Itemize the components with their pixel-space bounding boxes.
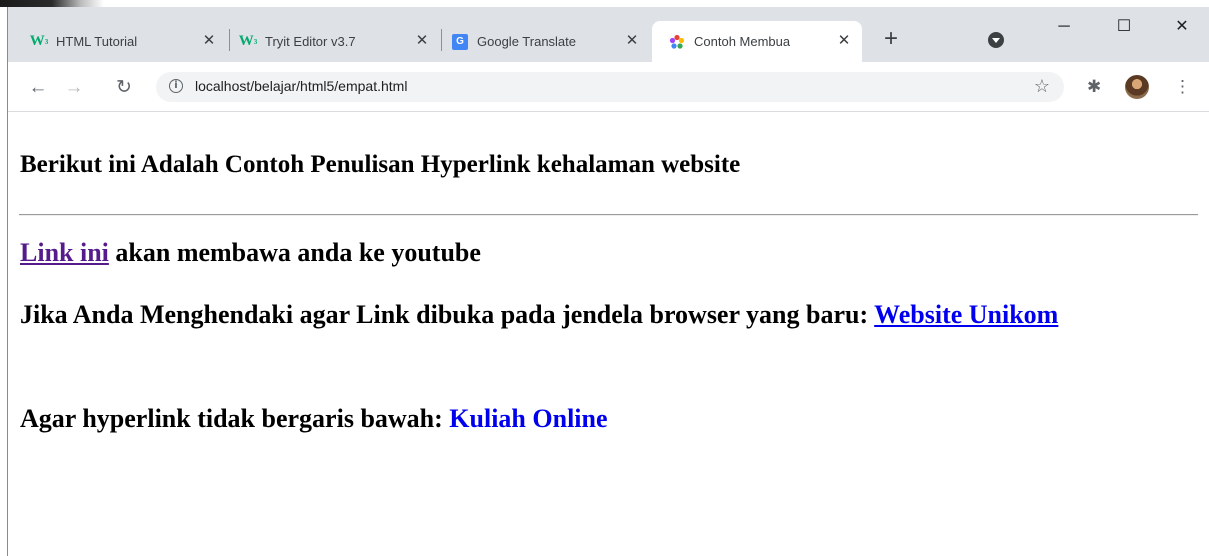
browser-toolbar: ← → ↻ i localhost/belajar/html5/empat.ht… [8,62,1209,112]
link-youtube[interactable]: Link ini [20,238,109,267]
minimize-button[interactable]: ─ [1042,15,1086,39]
browser-window: W3 HTML Tutorial ✕ W3 Tryit Editor v3.7 … [7,7,1209,556]
w3schools-icon: W3 [29,33,49,49]
paragraph-text: Jika Anda Menghendaki agar Link dibuka p… [20,300,875,329]
link-website-unikom[interactable]: Website Unikom [874,300,1058,329]
tab-html-tutorial[interactable]: W3 HTML Tutorial ✕ [11,21,227,62]
tab-title: Tryit Editor v3.7 [265,34,356,49]
colorful-flower-icon [669,34,685,50]
address-bar[interactable]: i localhost/belajar/html5/empat.html ☆ [156,72,1064,102]
paragraph-text: akan membawa anda ke youtube [108,238,481,267]
tab-title: Contoh Membua [694,34,791,49]
profile-avatar[interactable] [1125,75,1149,99]
link-kuliah-online[interactable]: Kuliah Online [449,404,607,433]
forward-button[interactable]: → [62,76,86,100]
w3schools-icon: W3 [238,33,258,49]
close-tab-icon[interactable]: ✕ [624,33,640,49]
close-tab-icon[interactable]: ✕ [414,33,430,49]
background-image-fragment [0,0,104,7]
page-content: Berikut ini Adalah Contoh Penulisan Hype… [8,113,1209,556]
tab-title: Google Translate [477,34,577,49]
close-window-button[interactable]: ✕ [1160,15,1204,39]
tab-strip: W3 HTML Tutorial ✕ W3 Tryit Editor v3.7 … [8,7,1209,62]
info-icon[interactable]: i [169,79,183,93]
tab-title: HTML Tutorial [56,34,138,49]
url-text[interactable]: localhost/belajar/html5/empat.html [195,78,407,94]
close-tab-icon[interactable]: ✕ [836,33,852,49]
tab-contoh-membuat[interactable]: Contoh Membua ✕ [652,21,862,62]
page-heading: Berikut ini Adalah Contoh Penulisan Hype… [20,151,741,178]
tab-google-translate[interactable]: G Google Translate ✕ [442,21,650,62]
menu-kebab-icon[interactable]: ⋮ [1174,76,1191,98]
paragraph-no-underline: Agar hyperlink tidak bergaris bawah: Kul… [20,403,608,434]
tab-tryit-editor[interactable]: W3 Tryit Editor v3.7 ✕ [230,21,440,62]
google-translate-icon: G [452,33,468,50]
horizontal-rule [19,214,1198,216]
reload-button[interactable]: ↻ [112,76,136,100]
bookmark-star-icon[interactable]: ☆ [1034,76,1050,97]
close-tab-icon[interactable]: ✕ [201,33,217,49]
paragraph-youtube: Link ini akan membawa anda ke youtube [20,237,481,268]
new-tab-button[interactable]: + [880,27,902,51]
back-button[interactable]: ← [26,76,50,100]
tab-search-icon[interactable] [988,32,1004,48]
paragraph-new-window: Jika Anda Menghendaki agar Link dibuka p… [20,299,1200,330]
extensions-puzzle-icon[interactable]: ✱ [1087,76,1101,98]
paragraph-text: Agar hyperlink tidak bergaris bawah: [20,404,450,433]
maximize-button[interactable]: ☐ [1102,15,1146,39]
